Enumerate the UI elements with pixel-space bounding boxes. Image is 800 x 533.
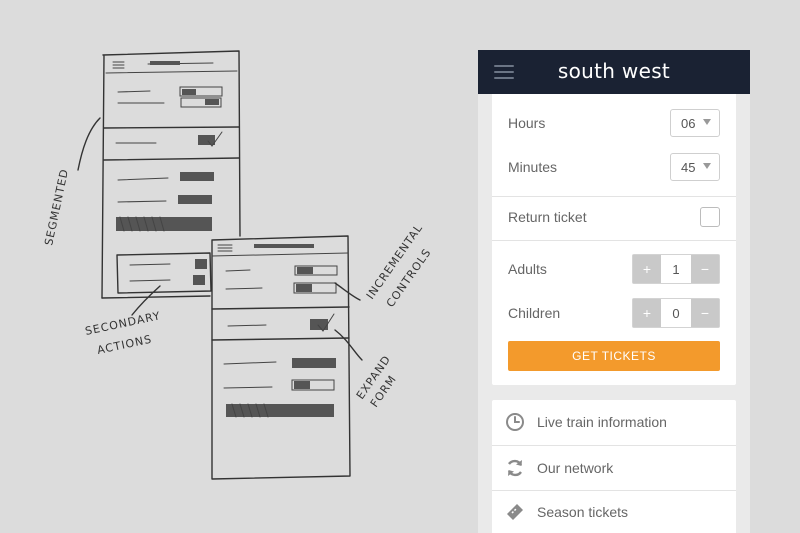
return-ticket-row: Return ticket — [492, 197, 736, 237]
link-label: Season tickets — [537, 504, 629, 520]
adults-decrement-button[interactable]: − — [691, 255, 719, 283]
minutes-label: Minutes — [508, 159, 558, 175]
sketch-sheet-back — [101, 50, 241, 299]
adults-increment-button[interactable]: + — [633, 255, 661, 283]
minutes-value: 45 — [681, 160, 696, 175]
annotation-secondary-2: ACTIONS — [96, 333, 153, 357]
hours-row: Hours 06 — [492, 103, 736, 143]
minutes-row: Minutes 45 — [492, 147, 736, 187]
get-tickets-button[interactable]: GET TICKETS — [508, 341, 720, 371]
ticket-form: Hours 06 Minutes 45 Return ticket Adults… — [492, 94, 736, 385]
mobile-app-mockup: south west Hours 06 Minutes 45 Return ti… — [478, 50, 750, 533]
children-increment-button[interactable]: + — [633, 299, 661, 327]
chevron-down-icon — [703, 163, 711, 169]
chevron-down-icon — [703, 119, 711, 125]
divider — [492, 240, 736, 241]
app-header: south west — [478, 50, 750, 94]
children-row: Children + 0 − — [492, 293, 736, 333]
minutes-select[interactable]: 45 — [670, 153, 720, 181]
sketch-sheet-front — [211, 235, 351, 480]
adults-row: Adults + 1 − — [492, 249, 736, 289]
adults-label: Adults — [508, 261, 547, 277]
link-live-train-information[interactable]: Live train information — [492, 400, 736, 444]
children-stepper: + 0 − — [632, 298, 720, 328]
hours-value: 06 — [681, 116, 696, 131]
return-ticket-label: Return ticket — [508, 209, 587, 225]
children-label: Children — [508, 305, 561, 321]
hours-label: Hours — [508, 115, 546, 131]
adults-count[interactable]: 1 — [661, 255, 691, 283]
refresh-icon — [507, 459, 523, 477]
annotation-segmented: SEGMENTED — [42, 167, 71, 246]
clock-icon — [506, 413, 524, 431]
quick-links: Live train information Our network Seaso… — [492, 400, 736, 533]
children-decrement-button[interactable]: − — [691, 299, 719, 327]
return-ticket-checkbox[interactable] — [700, 207, 720, 227]
brand-logo: south west — [557, 59, 671, 83]
link-label: Live train information — [537, 414, 667, 430]
adults-stepper: + 1 − — [632, 254, 720, 284]
children-count[interactable]: 0 — [661, 299, 691, 327]
hours-select[interactable]: 06 — [670, 109, 720, 137]
link-season-tickets[interactable]: Season tickets — [492, 490, 736, 533]
link-label: Our network — [537, 460, 614, 476]
link-our-network[interactable]: Our network — [492, 446, 736, 490]
wireframe-sketch: SEGMENTED SECONDARY ACTIONS INCREMENTAL … — [42, 50, 434, 480]
ticket-icon — [507, 504, 523, 520]
